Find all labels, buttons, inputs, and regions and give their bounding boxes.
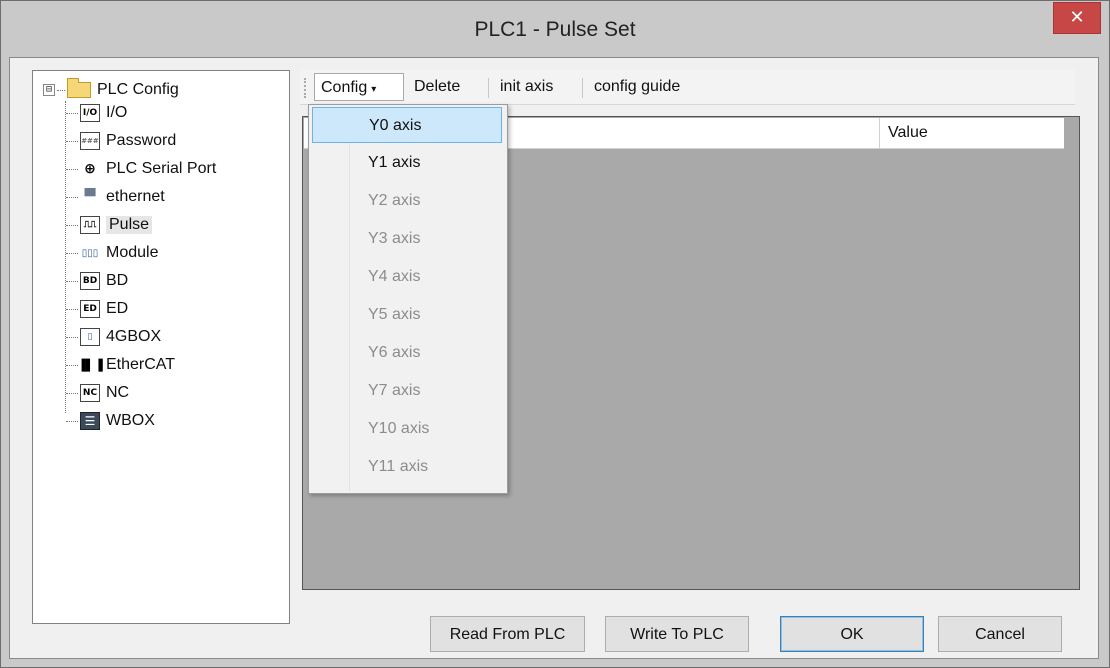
pulse-icon: ⎍⎍ <box>80 216 100 234</box>
tree-item-label: I/O <box>106 104 128 121</box>
pulse-set-dialog: PLC1 - Pulse Set ✕ ⊟ PLC Config I/O I/O … <box>0 0 1110 668</box>
dialog-body: ⊟ PLC Config I/O I/O ### Password ⊕ PLC … <box>9 57 1099 659</box>
menu-item-y3-axis[interactable]: Y3 axis <box>312 221 502 257</box>
tree-item-pulse[interactable]: ⎍⎍ Pulse <box>66 213 153 237</box>
4gbox-icon: ▯ <box>80 328 100 346</box>
tree-item-label: Module <box>106 244 159 261</box>
tree-item-label: 4GBOX <box>106 328 162 345</box>
toolbar: Config ▾ Delete init axis config guide <box>300 70 1075 105</box>
config-menu-button[interactable]: Config ▾ <box>314 73 404 101</box>
cancel-button[interactable]: Cancel <box>938 616 1062 652</box>
collapse-icon[interactable]: ⊟ <box>43 84 55 96</box>
menu-item-y10-axis[interactable]: Y10 axis <box>312 411 502 447</box>
menu-item-y5-axis[interactable]: Y5 axis <box>312 297 502 333</box>
grid-header-value[interactable]: Value <box>880 118 1064 148</box>
nc-icon: NC <box>80 384 100 402</box>
tree-item-module[interactable]: ▯▯▯ Module <box>66 241 158 265</box>
toolbar-grip[interactable] <box>304 78 308 98</box>
tree-item-label: Pulse <box>106 216 153 234</box>
ethernet-icon: ▀ <box>84 189 96 205</box>
tree-item-label: NC <box>106 384 130 401</box>
close-icon: ✕ <box>1069 7 1085 27</box>
config-guide-button[interactable]: config guide <box>588 73 686 101</box>
tree-root[interactable]: ⊟ PLC Config <box>43 78 179 101</box>
toolbar-separator <box>488 78 489 98</box>
tree-item-label: BD <box>106 272 129 289</box>
toolbar-separator <box>582 78 583 98</box>
tree-item-label: Password <box>106 132 177 149</box>
module-icon: ▯▯▯ <box>81 247 99 259</box>
delete-button[interactable]: Delete <box>408 73 466 101</box>
tree-item-label: ethernet <box>106 188 165 205</box>
init-axis-button[interactable]: init axis <box>494 73 559 101</box>
tree-item-plc-serial-port[interactable]: ⊕ PLC Serial Port <box>66 157 216 181</box>
write-to-plc-button[interactable]: Write To PLC <box>605 616 749 652</box>
window-title: PLC1 - Pulse Set <box>474 18 636 41</box>
tree-item-ethercat[interactable]: ▐▌▐ EtherCAT <box>66 353 175 377</box>
tree-item-ethernet[interactable]: ▀ ethernet <box>66 185 165 209</box>
menu-item-y1-axis[interactable]: Y1 axis <box>312 145 502 181</box>
tree-item-label: WBOX <box>106 412 155 429</box>
bd-icon: BD <box>80 272 100 290</box>
tree-item-4gbox[interactable]: ▯ 4GBOX <box>66 325 161 349</box>
chevron-down-icon: ▾ <box>371 84 377 95</box>
tree-item-io[interactable]: I/O I/O <box>66 101 127 125</box>
tree-item-wbox[interactable]: ☰ WBOX <box>66 409 155 433</box>
close-button[interactable]: ✕ <box>1053 2 1101 34</box>
config-label: Config <box>321 79 368 96</box>
password-icon: ### <box>80 132 100 150</box>
menu-item-y2-axis[interactable]: Y2 axis <box>312 183 502 219</box>
tree-item-nc[interactable]: NC NC <box>66 381 129 405</box>
menu-item-y11-axis[interactable]: Y11 axis <box>312 449 502 485</box>
tree-item-label: ED <box>106 300 129 317</box>
menu-item-y4-axis[interactable]: Y4 axis <box>312 259 502 295</box>
title-bar[interactable]: PLC1 - Pulse Set ✕ <box>1 1 1109 57</box>
config-tree[interactable]: ⊟ PLC Config I/O I/O ### Password ⊕ PLC … <box>32 70 290 624</box>
tree-item-bd[interactable]: BD BD <box>66 269 128 293</box>
tree-item-label: PLC Serial Port <box>106 160 217 177</box>
tree-item-label: EtherCAT <box>106 356 176 373</box>
read-from-plc-button[interactable]: Read From PLC <box>430 616 585 652</box>
tree-item-password[interactable]: ### Password <box>66 129 176 153</box>
config-dropdown-menu: Y0 axis Y1 axis Y2 axis Y3 axis Y4 axis … <box>308 104 508 494</box>
menu-item-y7-axis[interactable]: Y7 axis <box>312 373 502 409</box>
tree-item-ed[interactable]: ED ED <box>66 297 128 321</box>
menu-item-y6-axis[interactable]: Y6 axis <box>312 335 502 371</box>
ethercat-icon: ▐▌▐ <box>77 358 103 372</box>
serial-port-icon: ⊕ <box>84 161 96 177</box>
ok-button[interactable]: OK <box>780 616 924 652</box>
io-icon: I/O <box>80 104 100 122</box>
ed-icon: ED <box>80 300 100 318</box>
tree-root-label: PLC Config <box>97 81 179 98</box>
folder-icon <box>67 78 91 98</box>
menu-item-y0-axis[interactable]: Y0 axis <box>312 107 502 143</box>
wbox-icon: ☰ <box>80 412 100 430</box>
